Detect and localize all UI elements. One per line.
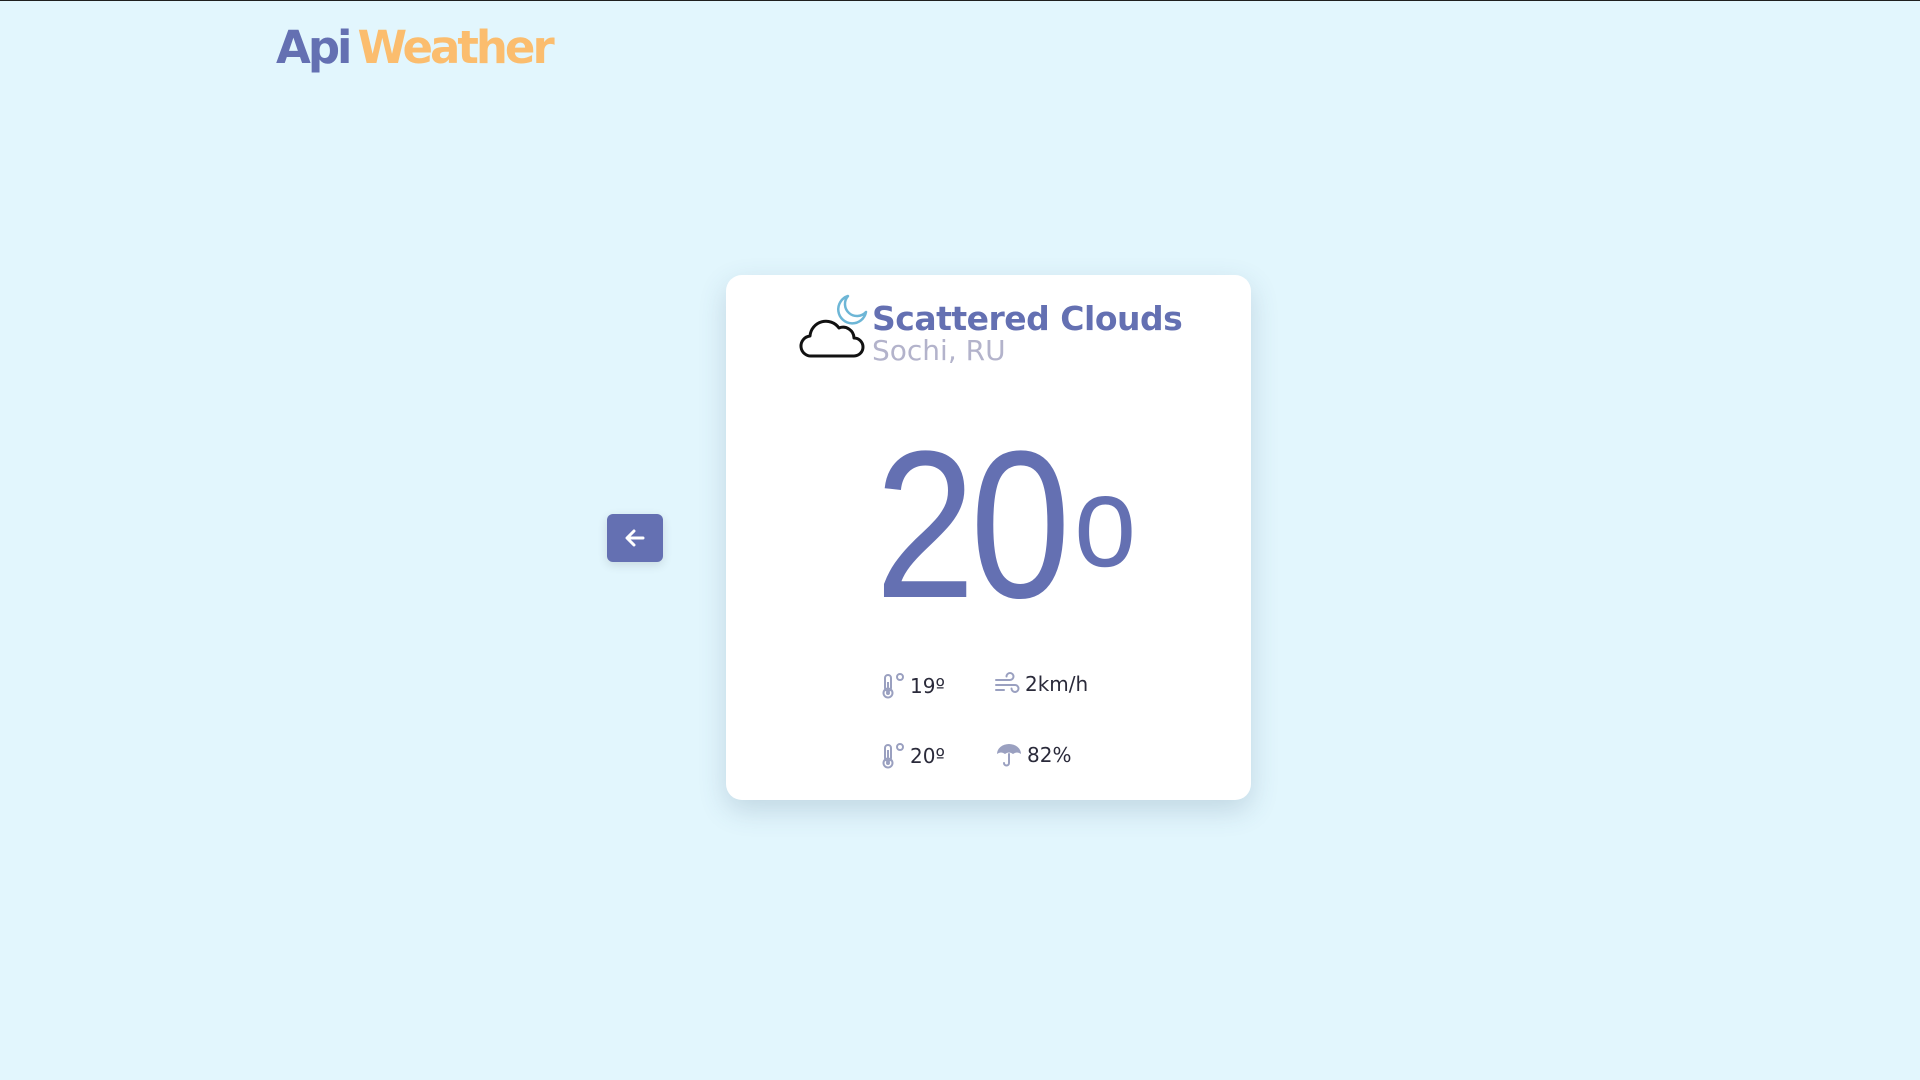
back-button[interactable]: [607, 514, 663, 562]
arrow-left-icon: [625, 529, 645, 547]
wind-value: 2km/h: [1025, 672, 1089, 696]
temperature-display: 20o: [875, 420, 1136, 630]
stat-temp-max: 20º: [880, 742, 945, 770]
logo-api-text: Api: [276, 21, 352, 74]
temp-min-value: 19º: [910, 674, 945, 698]
weather-card: Scattered Clouds Sochi, RU 20o 19º 2km/h: [726, 275, 1251, 800]
umbrella-icon: [997, 744, 1021, 767]
cloud-moon-icon: [799, 294, 868, 358]
condition-title: Scattered Clouds: [872, 299, 1183, 338]
stat-humidity: 82%: [995, 742, 1071, 768]
degree-symbol: o: [1074, 448, 1136, 594]
logo-weather-text: Weather: [357, 21, 554, 74]
title-block: Scattered Clouds Sochi, RU: [872, 299, 1183, 367]
temp-max-value: 20º: [910, 744, 945, 768]
location-label: Sochi, RU: [872, 334, 1006, 367]
stat-wind: 2km/h: [993, 672, 1088, 696]
app-logo[interactable]: Api Weather: [276, 18, 555, 78]
wind-icon: [995, 672, 1020, 693]
card-header: Scattered Clouds Sochi, RU: [798, 292, 1183, 367]
stat-temp-min: 19º: [880, 672, 945, 700]
temperature-value: 20: [874, 407, 1071, 642]
thermometer-icon: [882, 743, 904, 769]
thermometer-icon: [882, 673, 904, 699]
humidity-value: 82%: [1027, 743, 1072, 767]
top-border: [0, 0, 1920, 1]
